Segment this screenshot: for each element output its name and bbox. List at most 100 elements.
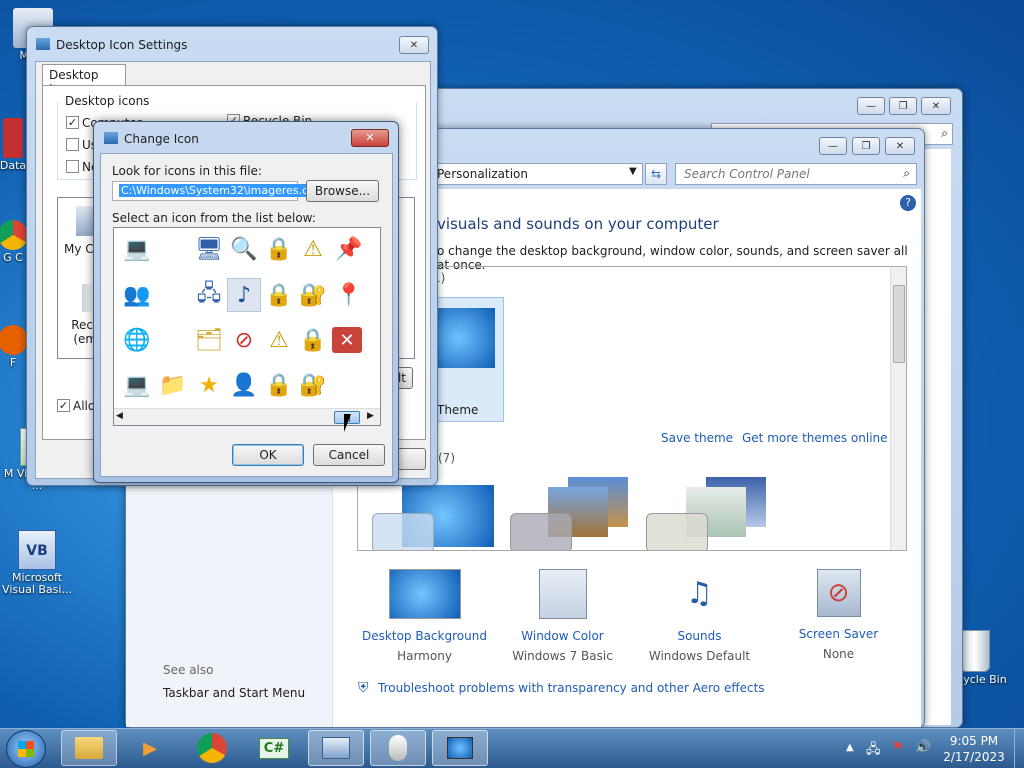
laptop-icon[interactable]: 💻: [120, 232, 154, 266]
allow-themes-checkbox[interactable]: ✓: [57, 399, 70, 412]
save-theme-link[interactable]: Save theme: [661, 431, 733, 445]
computer-checkbox[interactable]: ✓: [66, 116, 79, 129]
chevron-down-icon[interactable]: ▼: [629, 166, 637, 177]
star-folder-icon[interactable]: 📁: [156, 368, 190, 402]
desktop-background-icon: [388, 569, 461, 619]
csharp-taskbar-button[interactable]: C#: [246, 730, 302, 766]
scroll-left-button[interactable]: ◀: [116, 411, 123, 421]
desktop-icon-visual-basic[interactable]: VB Microsoft Visual Basi...: [2, 530, 72, 596]
search-control-panel[interactable]: Search Control Panel ⌕: [675, 163, 917, 185]
window-color-item[interactable]: Window Color Windows 7 Basic: [500, 569, 625, 663]
ok-button[interactable]: OK: [232, 444, 304, 466]
sounds-label[interactable]: Sounds: [637, 629, 762, 643]
file-path-input[interactable]: C:\Windows\System32\imageres.dll: [112, 181, 318, 201]
pushpin-icon[interactable]: 📌: [332, 232, 366, 266]
chrome-taskbar-button[interactable]: [184, 730, 240, 766]
screen-saver-value: None: [822, 647, 855, 661]
get-more-themes-link[interactable]: Get more themes online: [742, 431, 888, 445]
monitor-icon[interactable]: 🖥: [192, 232, 226, 266]
minimize-button[interactable]: —: [819, 137, 847, 155]
screen-saver-label[interactable]: Screen Saver: [776, 627, 901, 641]
show-hidden-icons[interactable]: ▲: [846, 742, 854, 753]
display-icon: [447, 737, 473, 759]
mouse-settings-taskbar-button[interactable]: [370, 730, 426, 766]
firefox-icon: [0, 325, 28, 355]
close-button[interactable]: ✕: [921, 97, 951, 115]
tab-desktop-icons[interactable]: Desktop Icons: [42, 64, 126, 96]
explorer-taskbar-button[interactable]: [61, 730, 117, 766]
maximize-button[interactable]: ❐: [889, 97, 917, 115]
aero-theme-characters[interactable]: [646, 477, 771, 550]
volume-icon[interactable]: 🔊: [915, 740, 931, 755]
music-note-icon[interactable]: ♪: [227, 278, 261, 312]
browse-button[interactable]: Browse...: [306, 180, 379, 202]
folder-window-icon[interactable]: 🗂: [192, 323, 226, 357]
aero-themes-count: (7): [438, 451, 455, 465]
star-icon[interactable]: ★: [192, 368, 226, 402]
lock-icon[interactable]: 🔒: [262, 232, 296, 266]
personalization-taskbar-button[interactable]: [432, 730, 488, 766]
close-icon: ✕: [365, 131, 375, 144]
network-checkbox[interactable]: [66, 160, 79, 173]
network-computer-icon[interactable]: 🖧: [192, 278, 226, 312]
control-panel-icon: [322, 737, 350, 759]
lock-icon[interactable]: 🔒: [296, 323, 330, 357]
theme-list-scrollbar[interactable]: [890, 267, 906, 550]
aero-theme-windows7[interactable]: [372, 485, 497, 550]
sounds-item[interactable]: ♫ Sounds Windows Default: [637, 569, 762, 663]
search-input[interactable]: Search Control Panel: [684, 167, 810, 181]
network-icon[interactable]: 🖧: [866, 740, 881, 762]
start-button[interactable]: [6, 730, 46, 768]
search-icon[interactable]: ⌕: [903, 166, 910, 181]
lock-warning-icon[interactable]: ⚠: [296, 232, 330, 266]
lock-icon[interactable]: 🔐: [296, 368, 330, 402]
aero-theme-architecture[interactable]: [508, 477, 633, 550]
icon-list-scrollbar[interactable]: ◀ ||| ▶: [114, 408, 380, 425]
desktop-icon-label: Data: [0, 159, 27, 172]
breadcrumb[interactable]: Personalization: [437, 167, 528, 181]
search-icon[interactable]: ⌕: [941, 126, 948, 141]
theme-list[interactable]: 1) Theme Save theme Get more themes onli…: [357, 266, 907, 551]
help-icon[interactable]: ?: [900, 195, 916, 211]
screen-saver-item[interactable]: ⊘ Screen Saver None: [776, 569, 901, 661]
lock-warning-icon[interactable]: ⚠: [262, 323, 296, 357]
globe-network-icon[interactable]: 🌐: [120, 323, 154, 357]
desktop-background-label[interactable]: Desktop Background: [362, 629, 487, 643]
user-icon[interactable]: 👤: [227, 368, 261, 402]
cancel-button[interactable]: Cancel: [313, 444, 385, 466]
taskbar-link[interactable]: Taskbar and Start Menu: [163, 686, 305, 700]
refresh-button[interactable]: ⇆: [645, 163, 667, 185]
no-entry-icon[interactable]: ⊘: [227, 323, 261, 357]
pin-icon[interactable]: 📍: [332, 278, 366, 312]
dialog-title: Change Icon: [124, 132, 199, 146]
user-files-checkbox[interactable]: [66, 138, 79, 151]
close-icon[interactable]: ✕: [332, 327, 362, 353]
desktop-background-item[interactable]: Desktop Background Harmony: [362, 569, 487, 663]
computer-icon[interactable]: 💻: [120, 368, 154, 402]
close-button[interactable]: ✕: [885, 137, 915, 155]
window-color-icon: [538, 569, 587, 619]
clock[interactable]: 9:05 PM 2/17/2023: [938, 733, 1010, 765]
troubleshoot-link[interactable]: Troubleshoot problems with transparency …: [378, 681, 765, 695]
window-color-label[interactable]: Window Color: [500, 629, 625, 643]
close-button[interactable]: ✕: [399, 36, 429, 54]
scroll-right-button[interactable]: ▶: [367, 411, 374, 421]
folder-icon: [75, 737, 103, 759]
close-button[interactable]: ✕: [351, 129, 389, 147]
scroll-thumb[interactable]: [893, 285, 905, 363]
magnifier-icon[interactable]: 🔍: [227, 232, 261, 266]
media-player-taskbar-button[interactable]: ▶: [122, 730, 178, 766]
action-center-icon[interactable]: ⚑: [892, 740, 904, 755]
maximize-button[interactable]: ❐: [852, 137, 880, 155]
lock-icon[interactable]: 🔒: [262, 368, 296, 402]
minimize-button[interactable]: —: [857, 97, 885, 115]
lock-icon[interactable]: 🔒: [262, 278, 296, 312]
change-icon-dialog: Change Icon ✕ Look for icons in this fil…: [93, 121, 399, 483]
users-icon[interactable]: 👥: [120, 278, 154, 312]
lock-icon[interactable]: 🔐: [296, 278, 330, 312]
desktop-icon-label: Microsoft Visual Basi...: [2, 571, 72, 596]
show-desktop-button[interactable]: [1014, 729, 1024, 768]
icon-list[interactable]: 💻 🖥 🔍 🔒 ⚠ 📌 👥 🖧 ♪ 🔒 🔐 📍 🌐 🗂 ⊘ ⚠ 🔒 ✕ 💻 📁 …: [113, 227, 381, 426]
control-panel-taskbar-button[interactable]: [308, 730, 364, 766]
theme-tile-selected[interactable]: Theme: [428, 297, 504, 422]
